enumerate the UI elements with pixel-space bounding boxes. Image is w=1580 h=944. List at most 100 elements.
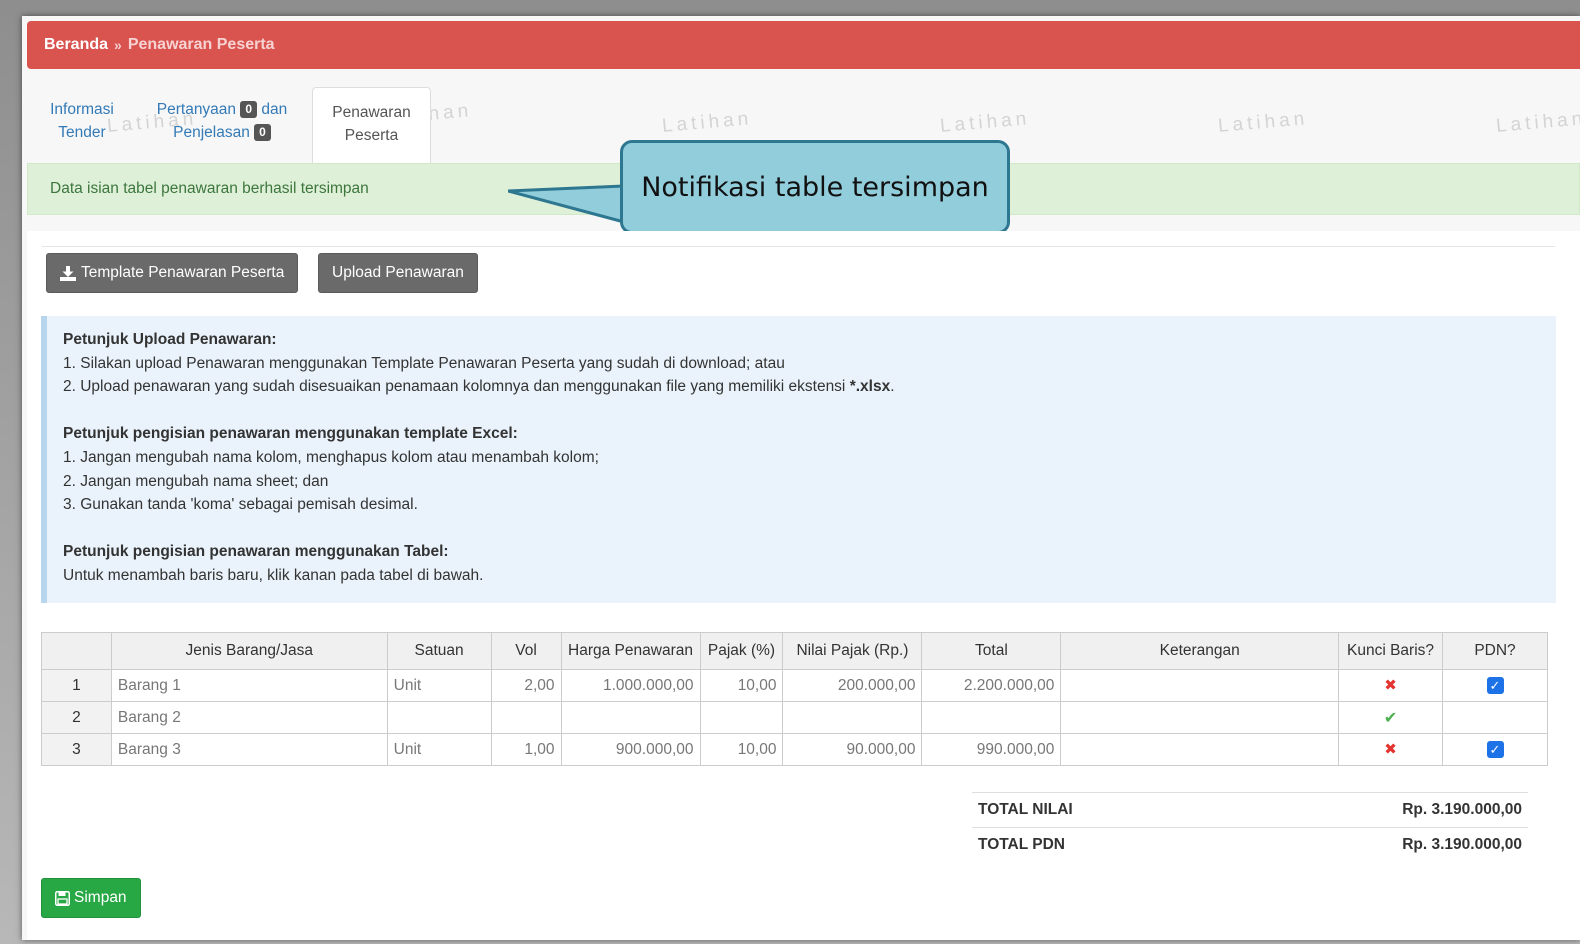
tab-label: Tender — [58, 124, 106, 141]
question-count-badge: 0 — [240, 101, 258, 118]
alert-message: Data isian tabel penawaran berhasil ters… — [50, 180, 369, 197]
column-header: Keterangan — [1060, 632, 1340, 670]
main-panel: Template Penawaran Peserta Upload Penawa… — [27, 231, 1580, 940]
column-header: Satuan — [386, 632, 492, 670]
tab-pertanyaan-penjelasan[interactable]: Pertanyaan 0 dan Penjelasan 0 — [147, 98, 297, 144]
column-header: Pajak (%) — [699, 632, 784, 670]
button-label: Simpan — [74, 889, 127, 906]
row-number: 3 — [41, 733, 112, 766]
watermark: Latihan — [661, 108, 754, 137]
x-mark-icon: ✖ — [1384, 677, 1397, 694]
pdn-cell[interactable]: ✓ — [1442, 669, 1548, 702]
column-header: Harga Penawaran — [560, 632, 701, 670]
checkbox-checked-icon[interactable]: ✓ — [1486, 676, 1504, 694]
tab-label: Informasi — [50, 101, 114, 118]
instruction-heading: Petunjuk Upload Penawaran: — [63, 331, 277, 348]
item-cell[interactable]: Barang 3 — [110, 733, 388, 766]
watermark: Latihan — [1495, 108, 1580, 137]
tab-label: dan — [261, 101, 288, 118]
tax-percent-cell[interactable] — [699, 701, 784, 734]
unit-cell[interactable]: Unit — [386, 733, 492, 766]
button-label: Upload Penawaran — [332, 264, 464, 281]
unit-cell[interactable] — [386, 701, 492, 734]
button-label: Template Penawaran Peserta — [81, 264, 285, 281]
volume-cell[interactable] — [490, 701, 562, 734]
total-cell — [921, 701, 1062, 734]
upload-offer-button[interactable]: Upload Penawaran — [318, 253, 478, 293]
table-row[interactable]: 1 Barang 1 Unit 2,00 1.000.000,00 10,00 … — [41, 669, 1548, 702]
pdn-cell[interactable] — [1442, 701, 1548, 734]
column-header: Jenis Barang/Jasa — [110, 632, 388, 670]
total-value-amount: Rp. 3.190.000,00 — [1220, 792, 1528, 828]
instruction-line: Untuk menambah baris baru, klik kanan pa… — [63, 566, 484, 584]
lock-cell[interactable]: ✖ — [1338, 733, 1444, 766]
volume-cell[interactable]: 2,00 — [490, 669, 562, 702]
tab-label: Peserta — [344, 127, 399, 144]
save-button[interactable]: Simpan — [41, 878, 141, 918]
lock-cell[interactable]: ✖ — [1338, 669, 1444, 702]
pdn-cell[interactable]: ✓ — [1442, 733, 1548, 766]
table-row[interactable]: 3 Barang 3 Unit 1,00 900.000,00 10,00 90… — [41, 733, 1548, 766]
total-pdn-label: TOTAL PDN — [972, 827, 1221, 863]
price-cell[interactable] — [560, 701, 701, 734]
total-pdn-amount: Rp. 3.190.000,00 — [1220, 827, 1528, 863]
item-cell[interactable]: Barang 1 — [110, 669, 388, 702]
tab-penawaran-peserta[interactable]: Penawaran Peserta — [312, 87, 431, 165]
template-download-button[interactable]: Template Penawaran Peserta — [46, 253, 299, 293]
watermark: Latihan — [1217, 108, 1310, 137]
column-header: Nilai Pajak (Rp.) — [782, 632, 923, 670]
total-cell: 990.000,00 — [921, 733, 1062, 766]
callout-text: Notifikasi table tersimpan — [641, 171, 989, 203]
callout-pointer — [508, 184, 627, 224]
note-cell[interactable] — [1060, 701, 1340, 734]
table-header-row: Jenis Barang/Jasa Satuan Vol Harga Penaw… — [41, 632, 1548, 670]
instruction-line: 1. Silakan upload Penawaran menggunakan … — [63, 354, 785, 372]
download-icon — [60, 265, 76, 281]
watermark: Latihan — [939, 108, 1032, 137]
annotation-callout: Notifikasi table tersimpan — [620, 140, 1010, 234]
column-header — [41, 632, 112, 670]
unit-cell[interactable]: Unit — [386, 669, 492, 702]
x-mark-icon: ✖ — [1384, 741, 1397, 758]
tab-informasi-tender[interactable]: Informasi Tender — [45, 98, 119, 144]
breadcrumb-home-link[interactable]: Beranda — [44, 36, 108, 54]
explanation-count-badge: 0 — [254, 124, 271, 141]
offer-table[interactable]: Jenis Barang/Jasa Satuan Vol Harga Penaw… — [41, 632, 1548, 766]
price-cell[interactable]: 1.000.000,00 — [560, 669, 701, 702]
breadcrumb: Beranda » Penawaran Peserta — [27, 21, 1580, 69]
note-cell[interactable] — [1060, 669, 1340, 702]
tax-value-cell: 90.000,00 — [782, 733, 923, 766]
divider — [42, 246, 1555, 247]
tab-label: Pertanyaan — [156, 101, 237, 118]
tax-value-cell: 200.000,00 — [782, 669, 923, 702]
check-mark-icon: ✔ — [1383, 709, 1398, 727]
price-cell[interactable]: 900.000,00 — [560, 733, 701, 766]
tax-value-cell — [782, 701, 923, 734]
item-cell[interactable]: Barang 2 — [110, 701, 388, 734]
column-header: PDN? — [1442, 632, 1548, 670]
total-value-label: TOTAL NILAI — [972, 792, 1221, 828]
instruction-line: 2. Jangan mengubah nama sheet; dan — [63, 472, 329, 490]
totals-summary: TOTAL NILAI Rp. 3.190.000,00 TOTAL PDN R… — [972, 792, 1528, 863]
breadcrumb-current: Penawaran Peserta — [127, 36, 275, 53]
instruction-heading: Petunjuk pengisian penawaran menggunakan… — [63, 543, 449, 561]
checkbox-checked-icon[interactable]: ✓ — [1486, 740, 1504, 758]
total-cell: 2.200.000,00 — [921, 669, 1062, 702]
tab-label: Penjelasan — [173, 124, 250, 141]
lock-cell[interactable]: ✔ — [1338, 701, 1444, 734]
instruction-line: 3. Gunakan tanda 'koma' sebagai pemisah … — [63, 496, 418, 514]
tax-percent-cell[interactable]: 10,00 — [699, 669, 784, 702]
column-header: Vol — [490, 632, 562, 670]
volume-cell[interactable]: 1,00 — [490, 733, 562, 766]
instruction-heading: Petunjuk pengisian penawaran menggunakan… — [63, 425, 518, 443]
instruction-line: 2. Upload penawaran yang sudah disesuaik… — [63, 378, 895, 396]
column-header: Kunci Baris? — [1338, 632, 1444, 670]
row-number: 2 — [41, 701, 112, 734]
table-row[interactable]: 2 Barang 2 ✔ — [41, 701, 1548, 734]
instruction-line: 1. Jangan mengubah nama kolom, menghapus… — [63, 448, 599, 466]
tax-percent-cell[interactable]: 10,00 — [699, 733, 784, 766]
breadcrumb-separator: » — [114, 37, 122, 53]
app-window: Beranda » Penawaran Peserta Latihan Lati… — [22, 16, 1580, 940]
note-cell[interactable] — [1060, 733, 1340, 766]
total-pdn-row: TOTAL PDN Rp. 3.190.000,00 — [972, 827, 1528, 863]
